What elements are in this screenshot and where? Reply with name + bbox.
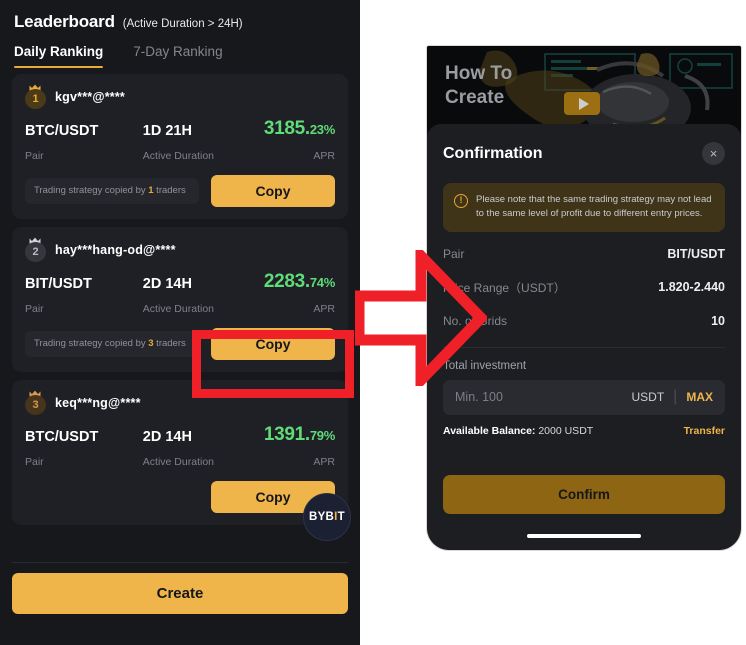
duration-label: Active Duration <box>142 456 214 468</box>
apr-value: 3185.23% <box>263 118 335 139</box>
card-stats: BTC/USDT 1D 21H 3185.23% <box>25 118 335 140</box>
apr-label: APR <box>313 303 335 315</box>
screenshot-root: Leaderboard (Active Duration > 24H) Dail… <box>0 0 746 645</box>
card-header: 2 hay***hang-od@**** <box>25 237 335 262</box>
gold-crown-icon: 1 <box>25 84 46 109</box>
apr-value: 1391.79% <box>263 424 335 445</box>
trader-username: hay***hang-od@**** <box>55 243 176 257</box>
home-indicator <box>527 534 641 538</box>
warning-text: Please note that the same trading strate… <box>476 194 712 220</box>
duration-label: Active Duration <box>142 150 214 162</box>
card-stat-labels: Pair Active Duration APR <box>25 452 335 470</box>
banner-line-2: Create <box>445 86 505 108</box>
currency-unit: USDT <box>631 390 665 404</box>
bybit-logo-icon: BYB I T <box>303 493 351 541</box>
copied-prefix: Trading strategy copied by <box>34 184 149 196</box>
apr-label: APR <box>313 456 335 468</box>
page-title: Leaderboard <box>14 12 115 31</box>
copied-count-pill: Trading strategy copied by 1 traders <box>25 177 199 205</box>
card-footer: Copy <box>25 481 335 513</box>
pair-value: BIT/USDT <box>25 276 92 292</box>
how-to-create-video-banner[interactable]: How To Create <box>427 46 741 131</box>
copy-button[interactable]: Copy <box>211 175 335 207</box>
bronze-crown-icon: 3 <box>25 390 46 415</box>
create-button[interactable]: Create <box>12 573 348 614</box>
card-footer: Trading strategy copied by 1 traders Cop… <box>25 175 335 207</box>
card-stats: BTC/USDT 2D 14H 1391.79% <box>25 424 335 446</box>
close-icon[interactable]: × <box>702 142 725 165</box>
banner-line-1: How To <box>445 63 513 84</box>
warning-notice: ! Please note that the same trading stra… <box>443 183 725 232</box>
copied-suffix: traders <box>153 337 186 349</box>
duration-value: 1D 21H <box>142 123 192 139</box>
trader-username: kgv***@**** <box>55 90 125 104</box>
separator: | <box>673 388 678 405</box>
investment-input[interactable] <box>455 390 632 404</box>
rank-number: 1 <box>25 88 46 109</box>
card-footer: Trading strategy copied by 3 traders Cop… <box>25 328 335 360</box>
leaderboard-header: Leaderboard (Active Duration > 24H) <box>0 0 360 32</box>
card-stats: BIT/USDT 2D 14H 2283.74% <box>25 271 335 293</box>
card-stat-labels: Pair Active Duration APR <box>25 146 335 164</box>
pair-value: BTC/USDT <box>25 429 99 445</box>
ranking-tabs: Daily Ranking 7-Day Ranking <box>0 32 360 68</box>
confirm-button[interactable]: Confirm <box>443 475 725 514</box>
flow-arrow <box>355 250 487 386</box>
detail-value: BIT/USDT <box>667 246 725 261</box>
balance-row: Available Balance: 2000 USDT Transfer <box>443 425 725 437</box>
copy-button-highlighted[interactable]: Copy <box>211 328 335 360</box>
pair-label: Pair <box>25 150 44 162</box>
copied-count-pill <box>25 490 199 504</box>
leaderboard-screen: Leaderboard (Active Duration > 24H) Dail… <box>0 0 360 645</box>
sheet-header: Confirmation × <box>443 142 725 165</box>
page-subtitle: (Active Duration > 24H) <box>122 18 243 30</box>
card-header: 3 keq***ng@**** <box>25 390 335 415</box>
duration-value: 2D 14H <box>142 276 192 292</box>
max-button[interactable]: MAX <box>686 390 713 404</box>
create-footer: Create <box>0 552 360 645</box>
play-icon[interactable] <box>564 92 600 115</box>
duration-label: Active Duration <box>142 303 214 315</box>
play-triangle <box>578 97 589 110</box>
tab-daily-ranking[interactable]: Daily Ranking <box>14 44 104 68</box>
copied-suffix: traders <box>153 184 186 196</box>
list-item[interactable]: 1 kgv***@**** BTC/USDT 1D 21H 3185.23% P… <box>12 74 348 219</box>
banner-title: How To Create <box>445 62 512 110</box>
card-header: 1 kgv***@**** <box>25 84 335 109</box>
detail-value: 1.820-2.440 <box>658 280 725 294</box>
warning-icon: ! <box>454 194 468 208</box>
transfer-link[interactable]: Transfer <box>684 425 725 437</box>
tab-7day-ranking[interactable]: 7-Day Ranking <box>133 44 222 68</box>
sheet-title: Confirmation <box>443 144 543 162</box>
apr-label: APR <box>313 150 335 162</box>
balance-label: Available Balance: <box>443 424 536 437</box>
rank-number: 2 <box>25 241 46 262</box>
detail-value: 10 <box>711 313 725 328</box>
pair-label: Pair <box>25 456 44 468</box>
duration-value: 2D 14H <box>142 429 192 445</box>
copied-count-pill: Trading strategy copied by 3 traders <box>25 330 199 358</box>
available-balance: Available Balance: 2000 USDT <box>443 425 593 437</box>
rank-number: 3 <box>25 394 46 415</box>
trader-username: keq***ng@**** <box>55 396 141 410</box>
divider <box>12 562 348 563</box>
list-item[interactable]: 2 hay***hang-od@**** BIT/USDT 2D 14H 228… <box>12 227 348 372</box>
pair-value: BTC/USDT <box>25 123 99 139</box>
silver-crown-icon: 2 <box>25 237 46 262</box>
pair-label: Pair <box>25 303 44 315</box>
card-stat-labels: Pair Active Duration APR <box>25 299 335 317</box>
apr-value: 2283.74% <box>263 271 335 292</box>
balance-value: 2000 USDT <box>538 424 594 437</box>
copied-prefix: Trading strategy copied by <box>34 337 149 349</box>
list-item[interactable]: 3 keq***ng@**** BTC/USDT 2D 14H 1391.79%… <box>12 380 348 525</box>
leaderboard-list: 1 kgv***@**** BTC/USDT 1D 21H 3185.23% P… <box>0 68 360 525</box>
